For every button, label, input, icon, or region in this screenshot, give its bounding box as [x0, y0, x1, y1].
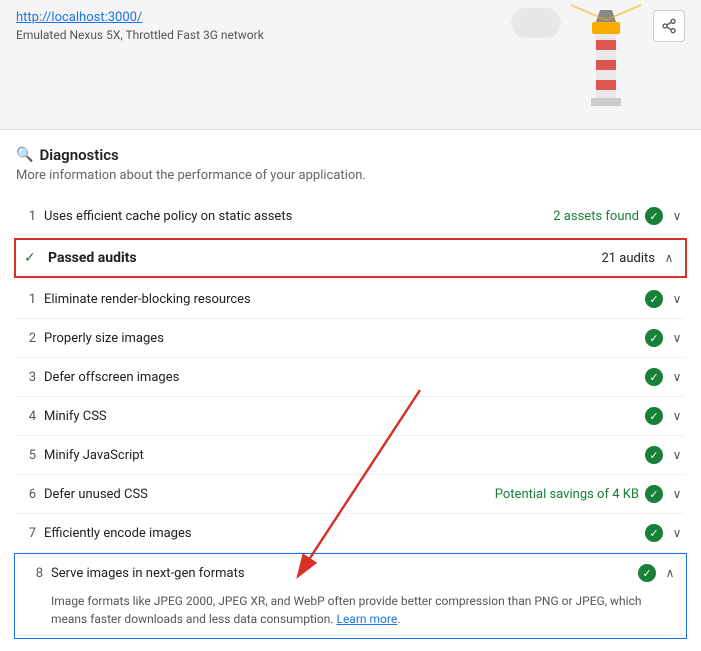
- audit-row-2: 2 Properly size images ✓ ∨: [16, 319, 685, 358]
- audit-row-3: 3 Defer offscreen images ✓ ∨: [16, 358, 685, 397]
- chevron-2[interactable]: ∨: [669, 331, 685, 345]
- audit-row-cache: 1 Uses efficient cache policy on static …: [16, 197, 685, 236]
- audit-number-7: 7: [16, 526, 36, 541]
- chevron-passed[interactable]: ∧: [661, 251, 677, 265]
- search-icon: 🔍: [16, 147, 33, 163]
- green-check-1: ✓: [645, 290, 663, 308]
- savings-text-6: Potential savings of 4 KB: [495, 487, 639, 502]
- header-subtitle: Emulated Nexus 5X, Throttled Fast 3G net…: [16, 28, 264, 42]
- chevron-5[interactable]: ∨: [669, 448, 685, 462]
- green-check-8: ✓: [638, 564, 656, 582]
- passed-audits-row[interactable]: ✓ Passed audits 21 audits ∧: [14, 238, 687, 278]
- passed-check-icon: ✓: [24, 250, 40, 266]
- header-bar: http://localhost:3000/ Emulated Nexus 5X…: [0, 0, 701, 130]
- audits-count: 21 audits: [601, 251, 655, 266]
- audit-number-1: 1: [16, 292, 36, 307]
- audit-right-7: ✓ ∨: [645, 524, 685, 542]
- share-button[interactable]: [653, 10, 685, 42]
- green-check-6: ✓: [645, 485, 663, 503]
- expanded-description: Image formats like JPEG 2000, JPEG XR, a…: [23, 592, 678, 638]
- audit-label-7: Efficiently encode images: [44, 526, 637, 541]
- chevron-6[interactable]: ∨: [669, 487, 685, 501]
- audit-number-2: 2: [16, 331, 36, 346]
- audit-label-cache: Uses efficient cache policy on static as…: [44, 209, 545, 224]
- assets-found-text: 2 assets found: [553, 209, 639, 224]
- audit-label-8: Serve images in next-gen formats: [51, 566, 630, 581]
- audit-right-2: ✓ ∨: [645, 329, 685, 347]
- audit-list: 1 Eliminate render-blocking resources ✓ …: [16, 280, 685, 553]
- audit-number-8: 8: [23, 566, 43, 581]
- green-check-7: ✓: [645, 524, 663, 542]
- audit-row-6: 6 Defer unused CSS Potential savings of …: [16, 475, 685, 514]
- main-content: 🔍 Diagnostics More information about the…: [0, 130, 701, 639]
- chevron-8[interactable]: ∧: [662, 566, 678, 580]
- audit-row-8-inner: 8 Serve images in next-gen formats ✓ ∧: [23, 564, 678, 592]
- audit-label-2: Properly size images: [44, 331, 637, 346]
- passed-audits-label: Passed audits: [48, 250, 593, 266]
- audit-row-5: 5 Minify JavaScript ✓ ∨: [16, 436, 685, 475]
- audit-label-5: Minify JavaScript: [44, 448, 637, 463]
- chevron-3[interactable]: ∨: [669, 370, 685, 384]
- audit-right-4: ✓ ∨: [645, 407, 685, 425]
- chevron-cache[interactable]: ∨: [669, 209, 685, 223]
- lighthouse-icon: [566, 0, 646, 120]
- audit-label-6: Defer unused CSS: [44, 487, 487, 502]
- audit-right-5: ✓ ∨: [645, 446, 685, 464]
- audit-row-4: 4 Minify CSS ✓ ∨: [16, 397, 685, 436]
- green-check-2: ✓: [645, 329, 663, 347]
- audit-label-3: Defer offscreen images: [44, 370, 637, 385]
- audit-label-1: Eliminate render-blocking resources: [44, 292, 637, 307]
- cloud-decoration: [511, 8, 561, 38]
- diagnostics-header: 🔍 Diagnostics: [16, 146, 685, 164]
- learn-more-link[interactable]: Learn more: [336, 612, 397, 626]
- audit-right-3: ✓ ∨: [645, 368, 685, 386]
- audit-number-6: 6: [16, 487, 36, 502]
- audit-number-cache: 1: [16, 209, 36, 224]
- audit-right-cache: 2 assets found ✓ ∨: [553, 207, 685, 225]
- audit-label-4: Minify CSS: [44, 409, 637, 424]
- audit-right-8: ✓ ∧: [638, 564, 678, 582]
- chevron-4[interactable]: ∨: [669, 409, 685, 423]
- green-check-3: ✓: [645, 368, 663, 386]
- audit-right-6: Potential savings of 4 KB ✓ ∨: [495, 485, 685, 503]
- audit-row-1: 1 Eliminate render-blocking resources ✓ …: [16, 280, 685, 319]
- chevron-1[interactable]: ∨: [669, 292, 685, 306]
- audit-number-3: 3: [16, 370, 36, 385]
- passed-audits-right: 21 audits ∧: [601, 251, 677, 266]
- audit-row-7: 7 Efficiently encode images ✓ ∨: [16, 514, 685, 553]
- chevron-7[interactable]: ∨: [669, 526, 685, 540]
- audit-number-4: 4: [16, 409, 36, 424]
- audit-row-8-expanded: 8 Serve images in next-gen formats ✓ ∧ I…: [14, 553, 687, 639]
- green-check-5: ✓: [645, 446, 663, 464]
- diagnostics-title: Diagnostics: [39, 146, 118, 164]
- audit-right-1: ✓ ∨: [645, 290, 685, 308]
- diagnostics-description: More information about the performance o…: [16, 168, 685, 183]
- green-check-cache: ✓: [645, 207, 663, 225]
- audit-number-5: 5: [16, 448, 36, 463]
- green-check-4: ✓: [645, 407, 663, 425]
